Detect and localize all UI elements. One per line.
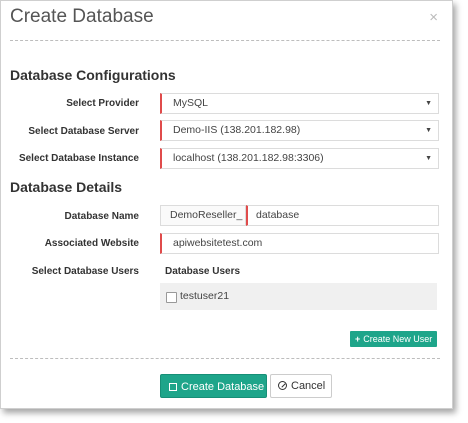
- instance-select[interactable]: localhost (138.201.182.98:3306) ▼: [160, 148, 439, 169]
- instance-value: localhost (138.201.182.98:3306): [173, 152, 324, 164]
- provider-label: Select Provider: [66, 98, 139, 109]
- server-select[interactable]: Demo-IIS (138.201.182.98) ▼: [160, 120, 439, 141]
- header-divider: [10, 40, 440, 41]
- close-icon[interactable]: ×: [429, 9, 438, 26]
- server-value: Demo-IIS (138.201.182.98): [173, 124, 301, 136]
- section-database-details: Database Details: [10, 179, 123, 195]
- instance-label: Select Database Instance: [18, 153, 139, 164]
- dialog-header: Create Database ×: [1, 1, 452, 40]
- footer-divider: [10, 358, 440, 359]
- plus-icon: +: [355, 334, 361, 344]
- cancel-label: Cancel: [291, 380, 326, 392]
- dropdown-arrow-icon: ▼: [425, 155, 432, 162]
- database-users-title: Database Users: [165, 266, 241, 277]
- dropdown-arrow-icon: ▼: [425, 100, 432, 107]
- cancel-button[interactable]: Cancel: [270, 374, 332, 398]
- database-users-list: testuser21: [160, 283, 437, 310]
- provider-value: MySQL: [173, 97, 209, 109]
- provider-select[interactable]: MySQL ▼: [160, 93, 439, 114]
- database-name-label: Database Name: [64, 211, 139, 222]
- associated-website-input[interactable]: apiwebsitetest.com: [160, 233, 439, 254]
- dropdown-arrow-icon: ▼: [425, 127, 432, 134]
- ban-icon: [278, 381, 287, 390]
- create-new-user-button[interactable]: + Create New User: [350, 331, 437, 347]
- database-name-input[interactable]: database: [246, 205, 439, 226]
- user-checkbox[interactable]: [166, 292, 177, 303]
- create-database-dialog: Create Database × Database Configuration…: [0, 0, 453, 409]
- associated-website-label: Associated Website: [44, 238, 139, 249]
- database-users-label: Select Database Users: [31, 266, 139, 277]
- create-database-button[interactable]: Create Database: [160, 374, 267, 398]
- create-database-label: Create Database: [181, 381, 265, 393]
- dialog-title: Create Database: [10, 6, 154, 27]
- section-database-configurations: Database Configurations: [10, 67, 176, 83]
- create-new-user-label: Create New User: [363, 334, 433, 344]
- user-label: testuser21: [180, 290, 230, 302]
- save-icon: [169, 383, 177, 391]
- server-label: Select Database Server: [28, 126, 139, 137]
- database-name-prefix: DemoReseller_: [160, 205, 246, 226]
